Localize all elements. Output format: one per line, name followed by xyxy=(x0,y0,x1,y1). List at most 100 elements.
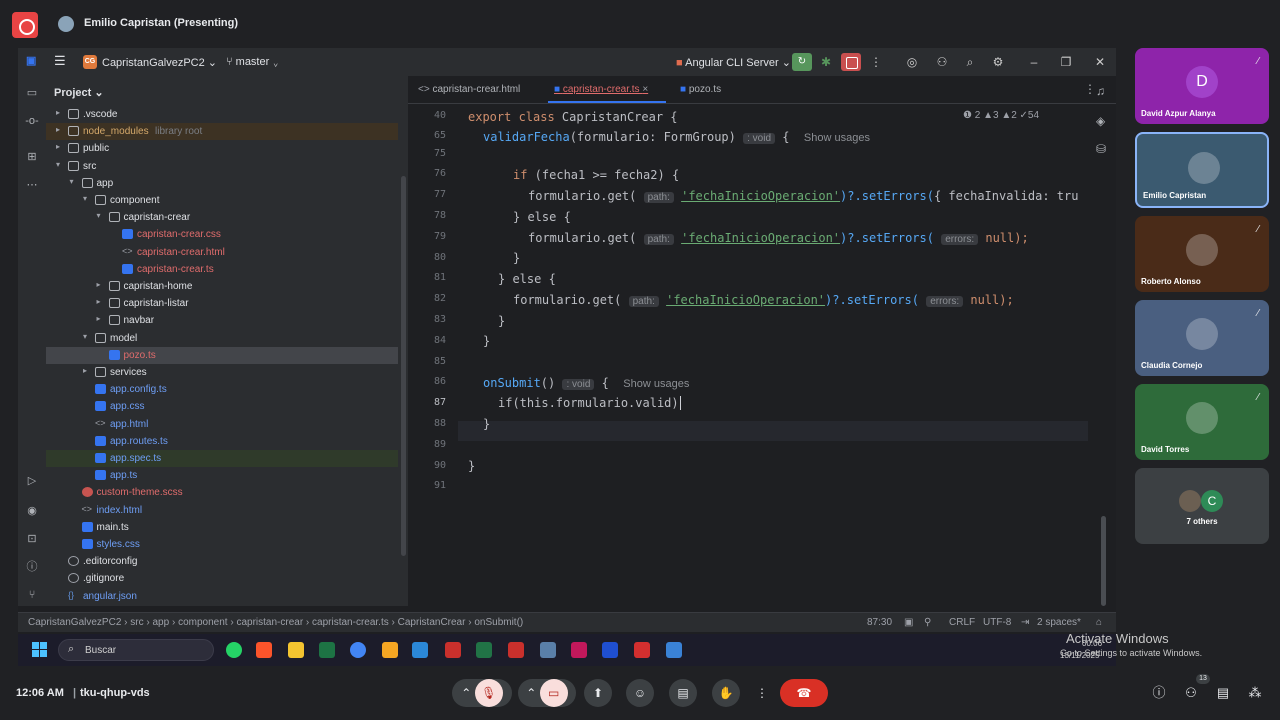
lock-icon[interactable]: ⌂ xyxy=(1096,617,1102,628)
tree-item[interactable]: styles.css xyxy=(46,536,398,553)
tree-item[interactable]: app.routes.ts xyxy=(46,433,398,450)
breadcrumb-item[interactable]: capristan-crear xyxy=(236,617,303,628)
project-scrollbar[interactable] xyxy=(401,176,406,556)
inspection-widget[interactable]: ❶ 2 ▲3 ▲2 ✓54 xyxy=(963,110,1039,121)
more-tools-icon[interactable]: ⋯ xyxy=(25,178,39,192)
windows-start-icon[interactable] xyxy=(32,642,48,658)
tree-item[interactable]: ▸ .vscode xyxy=(46,106,398,123)
tree-item[interactable]: app.config.ts xyxy=(46,381,398,398)
run-icon[interactable]: ▷ xyxy=(25,474,39,488)
tree-item[interactable]: ▾ app xyxy=(46,175,398,192)
participant-tile[interactable]: David Torres ⁄ xyxy=(1135,384,1269,460)
line-number[interactable]: 82 xyxy=(408,293,446,304)
chevron-down-icon[interactable]: ▾ xyxy=(56,160,60,169)
breadcrumb-item[interactable]: component xyxy=(178,617,227,628)
chevron-right-icon[interactable]: ▸ xyxy=(56,108,60,117)
tree-item[interactable]: <> capristan-crear.html xyxy=(46,244,398,261)
sublime-icon[interactable] xyxy=(382,642,398,658)
breadcrumb[interactable]: CapristanGalvezPC2 › src › app › compone… xyxy=(28,617,523,628)
project-folder-icon[interactable]: ▭ xyxy=(25,86,39,100)
brave-icon[interactable] xyxy=(256,642,272,658)
project-selector[interactable]: CapristanGalvezPC2 ⌄ xyxy=(102,56,217,69)
taskbar-search-input[interactable]: ⌕ Buscar xyxy=(58,639,214,661)
ai-chat-icon[interactable]: ◈ xyxy=(1096,114,1112,128)
tab-capristan-crear-html[interactable]: <> capristan-crear.html xyxy=(418,84,520,95)
tree-item[interactable]: app.css xyxy=(46,398,398,415)
line-number[interactable]: 81 xyxy=(408,272,446,283)
end-call-button[interactable]: ☎ xyxy=(780,679,828,707)
line-number[interactable]: 88 xyxy=(408,418,446,429)
line-number[interactable]: 79 xyxy=(408,231,446,242)
more-options-button[interactable]: ⋮ xyxy=(750,679,774,707)
chevron-right-icon[interactable]: ▸ xyxy=(97,297,101,306)
chevron-right-icon[interactable]: ▸ xyxy=(97,314,101,323)
app-2-icon[interactable] xyxy=(540,642,556,658)
line-number[interactable]: 80 xyxy=(408,252,446,263)
breadcrumb-item[interactable]: app xyxy=(153,617,170,628)
captions-button[interactable]: ▤ xyxy=(669,679,697,707)
close-icon[interactable]: ✕ xyxy=(1092,54,1108,70)
settings-gear-icon[interactable]: ⚙ xyxy=(990,54,1006,70)
structure-icon[interactable]: ⊞ xyxy=(25,150,39,164)
breadcrumb-item[interactable]: onSubmit() xyxy=(474,617,523,628)
debug-icon[interactable]: ✱ xyxy=(818,54,834,70)
emoji-button[interactable]: ☺ xyxy=(626,679,654,707)
main-menu-icon[interactable]: ☰ xyxy=(54,53,66,69)
file-encoding[interactable]: UTF-8 xyxy=(983,617,1011,628)
readonly-toggle-icon[interactable]: ▣ xyxy=(904,617,913,628)
tree-item[interactable]: ▸ public xyxy=(46,140,398,157)
terminal-icon[interactable]: ⊡ xyxy=(25,532,39,546)
chevron-down-icon[interactable]: ▾ xyxy=(70,177,74,186)
whatsapp-icon[interactable] xyxy=(226,642,242,658)
line-number[interactable]: 75 xyxy=(408,148,446,159)
editor-scrollbar[interactable] xyxy=(1101,516,1106,606)
notifications-icon[interactable]: ♫ xyxy=(1096,84,1112,98)
webstorm-icon[interactable] xyxy=(602,642,618,658)
tree-item[interactable]: pozo.ts xyxy=(46,346,398,364)
participant-tile[interactable]: Emilio Capristan xyxy=(1135,132,1269,208)
camera-toggle-button[interactable]: ⌃ ▭ xyxy=(518,679,576,707)
tree-item[interactable]: <> app.html xyxy=(46,416,398,433)
project-panel-title[interactable]: Project ⌄ xyxy=(54,86,104,99)
run-config-selector[interactable]: ■ Angular CLI Server ⌄ xyxy=(676,56,791,69)
chevron-down-icon[interactable]: ▾ xyxy=(83,332,87,341)
restore-icon[interactable]: ❐ xyxy=(1058,54,1074,70)
tab-pozo-ts[interactable]: ■ pozo.ts xyxy=(680,84,721,95)
chevron-right-icon[interactable]: ▸ xyxy=(83,366,87,375)
commit-icon[interactable]: -o- xyxy=(25,114,39,128)
participant-tile[interactable]: C 7 others xyxy=(1135,468,1269,544)
line-number[interactable]: 40 xyxy=(408,110,446,121)
acrobat-icon[interactable] xyxy=(634,642,650,658)
indent-setting[interactable]: 2 spaces* xyxy=(1037,617,1081,628)
app-icon[interactable] xyxy=(412,642,428,658)
activities-icon[interactable]: ⁂ xyxy=(1246,684,1264,702)
problems-icon[interactable]: ⓘ xyxy=(25,560,39,574)
microphone-toggle-button[interactable]: ⌃ 🎙 xyxy=(452,679,512,707)
tabs-more-icon[interactable]: ⋮ xyxy=(1084,82,1096,96)
excel-icon[interactable] xyxy=(319,642,335,658)
breadcrumb-item[interactable]: capristan-crear.ts xyxy=(312,617,389,628)
tree-item[interactable]: ▸ services xyxy=(46,364,398,381)
project-icon[interactable] xyxy=(476,642,492,658)
line-number[interactable]: 90 xyxy=(408,460,446,471)
meeting-info-icon[interactable]: ⓘ xyxy=(1150,684,1168,702)
ai-assistant-icon[interactable]: ◎ xyxy=(904,54,920,70)
services-icon[interactable]: ◉ xyxy=(25,504,39,518)
participant-tile[interactable]: Claudia Cornejo ⁄ xyxy=(1135,300,1269,376)
chat-icon[interactable]: ▤ xyxy=(1214,684,1232,702)
chevron-down-icon[interactable]: ▾ xyxy=(83,194,87,203)
breadcrumb-item[interactable]: CapristanGalvezPC2 xyxy=(28,617,121,628)
packet-tracer-2-icon[interactable] xyxy=(508,642,524,658)
line-number[interactable]: 78 xyxy=(408,210,446,221)
present-button[interactable]: ⬆ xyxy=(584,679,612,707)
show-usages-link[interactable]: Show usages xyxy=(804,132,870,144)
chevron-down-icon[interactable]: ▾ xyxy=(97,211,101,220)
participant-tile[interactable]: D David Azpur Alanya ⁄ xyxy=(1135,48,1269,124)
breadcrumb-item[interactable]: src xyxy=(130,617,143,628)
line-number[interactable]: 65 xyxy=(408,130,446,141)
notepad-icon[interactable] xyxy=(666,642,682,658)
tree-item[interactable]: <> index.html xyxy=(46,502,398,519)
git-icon[interactable]: ⑂ xyxy=(25,588,39,602)
tree-item[interactable]: main.ts xyxy=(46,519,398,536)
tree-item[interactable]: ▸ capristan-home xyxy=(46,278,398,295)
